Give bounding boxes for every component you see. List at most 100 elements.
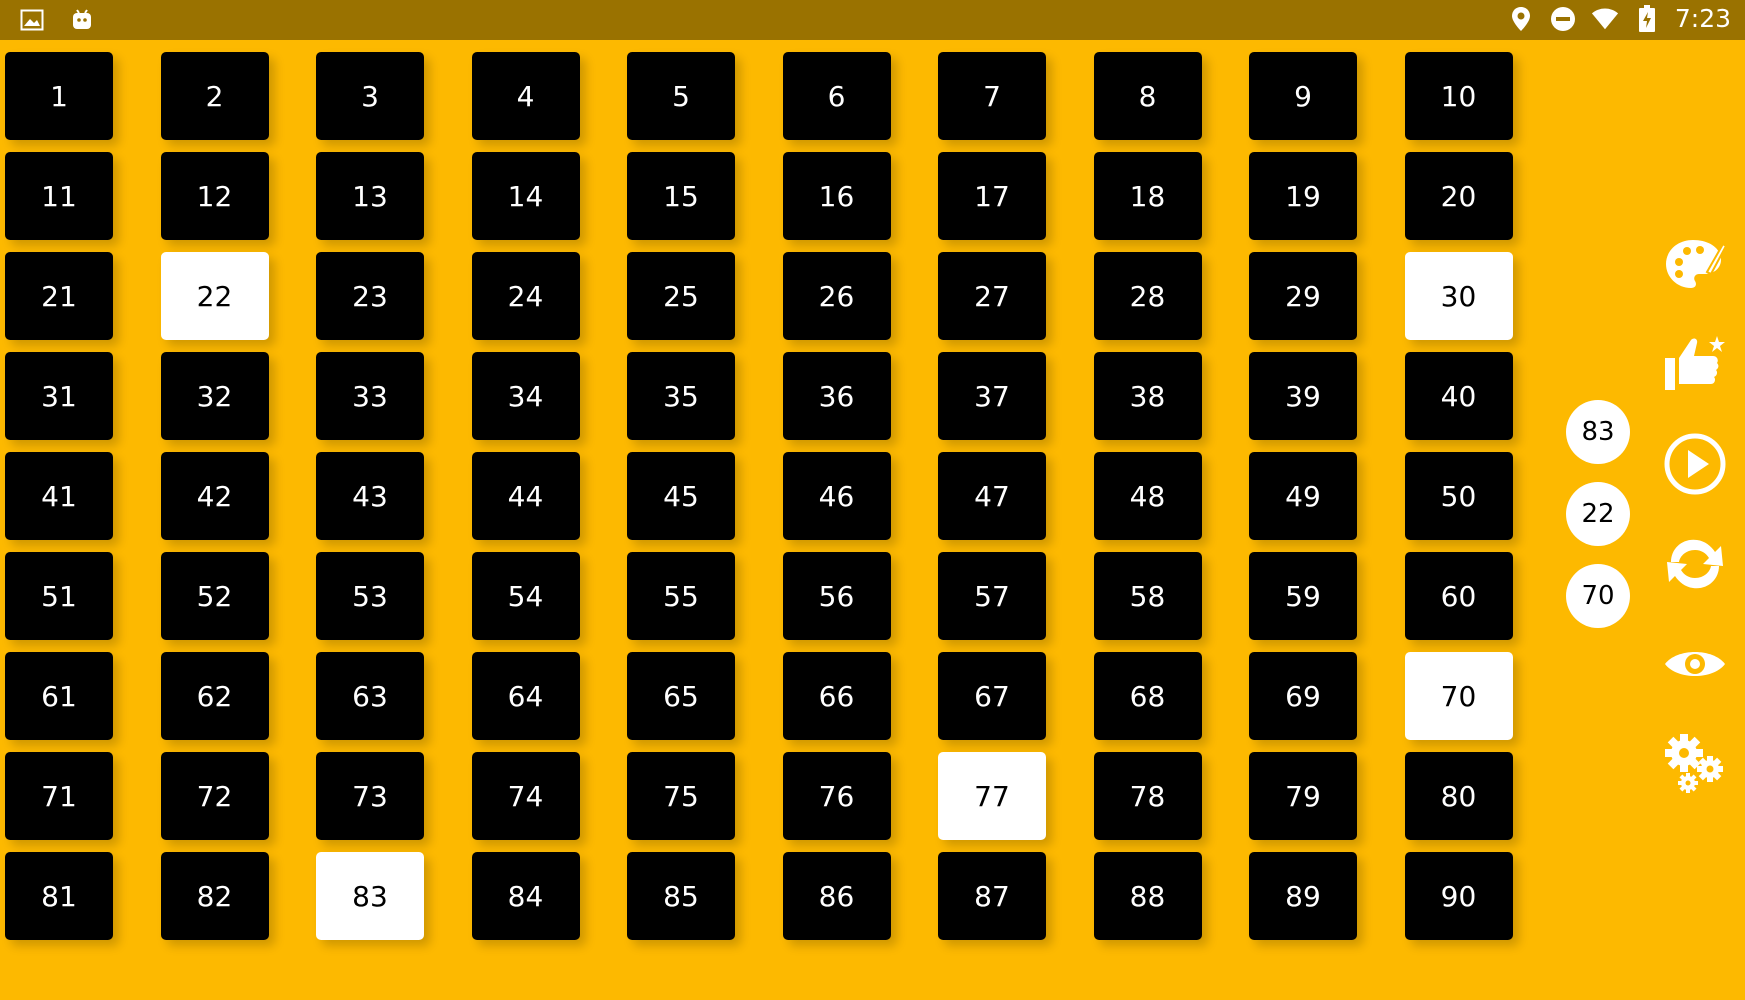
number-cell-47[interactable]: 47 <box>938 452 1046 540</box>
number-cell-74[interactable]: 74 <box>471 752 580 840</box>
number-cell-80[interactable]: 80 <box>1404 752 1513 840</box>
number-cell-88[interactable]: 88 <box>1093 852 1202 940</box>
number-cell-11[interactable]: 11 <box>5 152 113 240</box>
number-cell-57[interactable]: 57 <box>938 552 1046 640</box>
number-cell-16[interactable]: 16 <box>782 152 891 240</box>
number-cell-38[interactable]: 38 <box>1093 352 1202 440</box>
number-cell-46[interactable]: 46 <box>782 452 891 540</box>
number-cell-51[interactable]: 51 <box>5 552 113 640</box>
number-cell-75[interactable]: 75 <box>627 752 735 840</box>
number-cell-48[interactable]: 48 <box>1093 452 1202 540</box>
number-cell-12[interactable]: 12 <box>160 152 269 240</box>
number-cell-27[interactable]: 27 <box>938 252 1046 340</box>
play-button[interactable] <box>1660 432 1730 496</box>
number-cell-41[interactable]: 41 <box>5 452 113 540</box>
number-cell-85[interactable]: 85 <box>627 852 735 940</box>
number-cell-2[interactable]: 2 <box>160 52 269 140</box>
number-cell-15[interactable]: 15 <box>627 152 735 240</box>
number-cell-70[interactable]: 70 <box>1404 652 1513 740</box>
number-cell-34[interactable]: 34 <box>471 352 580 440</box>
board-cell-slot: 53 <box>311 550 467 650</box>
number-cell-17[interactable]: 17 <box>938 152 1046 240</box>
number-cell-20[interactable]: 20 <box>1404 152 1513 240</box>
number-cell-33[interactable]: 33 <box>316 352 424 440</box>
settings-button[interactable] <box>1660 732 1730 796</box>
board-cell-slot: 9 <box>1244 50 1400 150</box>
number-cell-69[interactable]: 69 <box>1249 652 1357 740</box>
number-cell-83[interactable]: 83 <box>316 852 424 940</box>
number-cell-30[interactable]: 30 <box>1404 252 1513 340</box>
number-cell-31[interactable]: 31 <box>5 352 113 440</box>
number-cell-81[interactable]: 81 <box>5 852 113 940</box>
number-cell-32[interactable]: 32 <box>160 352 269 440</box>
number-cell-82[interactable]: 82 <box>160 852 269 940</box>
number-cell-55[interactable]: 55 <box>627 552 735 640</box>
number-cell-29[interactable]: 29 <box>1249 252 1357 340</box>
number-cell-3[interactable]: 3 <box>316 52 424 140</box>
number-cell-62[interactable]: 62 <box>160 652 269 740</box>
number-cell-72[interactable]: 72 <box>160 752 269 840</box>
number-cell-37[interactable]: 37 <box>938 352 1046 440</box>
number-cell-39[interactable]: 39 <box>1249 352 1357 440</box>
number-cell-65[interactable]: 65 <box>627 652 735 740</box>
number-cell-87[interactable]: 87 <box>938 852 1046 940</box>
number-cell-9[interactable]: 9 <box>1249 52 1357 140</box>
board-cell-slot: 56 <box>778 550 934 650</box>
number-cell-59[interactable]: 59 <box>1249 552 1357 640</box>
number-cell-42[interactable]: 42 <box>160 452 269 540</box>
number-cell-67[interactable]: 67 <box>938 652 1046 740</box>
number-cell-18[interactable]: 18 <box>1093 152 1202 240</box>
number-cell-52[interactable]: 52 <box>160 552 269 640</box>
number-cell-43[interactable]: 43 <box>316 452 424 540</box>
number-cell-58[interactable]: 58 <box>1093 552 1202 640</box>
number-cell-35[interactable]: 35 <box>627 352 735 440</box>
number-cell-14[interactable]: 14 <box>471 152 580 240</box>
number-cell-10[interactable]: 10 <box>1404 52 1513 140</box>
number-cell-90[interactable]: 90 <box>1404 852 1513 940</box>
number-cell-21[interactable]: 21 <box>5 252 113 340</box>
number-cell-45[interactable]: 45 <box>627 452 735 540</box>
number-cell-76[interactable]: 76 <box>782 752 891 840</box>
number-cell-6[interactable]: 6 <box>782 52 891 140</box>
number-cell-40[interactable]: 40 <box>1404 352 1513 440</box>
number-cell-5[interactable]: 5 <box>627 52 735 140</box>
number-cell-19[interactable]: 19 <box>1249 152 1357 240</box>
number-cell-49[interactable]: 49 <box>1249 452 1357 540</box>
number-cell-53[interactable]: 53 <box>316 552 424 640</box>
number-cell-44[interactable]: 44 <box>471 452 580 540</box>
number-cell-7[interactable]: 7 <box>938 52 1046 140</box>
number-cell-24[interactable]: 24 <box>471 252 580 340</box>
number-cell-63[interactable]: 63 <box>316 652 424 740</box>
number-cell-79[interactable]: 79 <box>1249 752 1357 840</box>
number-cell-71[interactable]: 71 <box>5 752 113 840</box>
number-cell-78[interactable]: 78 <box>1093 752 1202 840</box>
number-cell-8[interactable]: 8 <box>1093 52 1202 140</box>
number-cell-1[interactable]: 1 <box>5 52 113 140</box>
number-cell-77[interactable]: 77 <box>938 752 1046 840</box>
rate-button[interactable] <box>1660 332 1730 396</box>
number-cell-36[interactable]: 36 <box>782 352 891 440</box>
refresh-button[interactable] <box>1660 532 1730 596</box>
number-cell-66[interactable]: 66 <box>782 652 891 740</box>
number-cell-28[interactable]: 28 <box>1093 252 1202 340</box>
number-cell-68[interactable]: 68 <box>1093 652 1202 740</box>
number-cell-23[interactable]: 23 <box>316 252 424 340</box>
palette-button[interactable] <box>1660 232 1730 296</box>
number-cell-86[interactable]: 86 <box>782 852 891 940</box>
number-cell-54[interactable]: 54 <box>471 552 580 640</box>
number-cell-60[interactable]: 60 <box>1404 552 1513 640</box>
number-cell-22[interactable]: 22 <box>160 252 269 340</box>
number-cell-50[interactable]: 50 <box>1404 452 1513 540</box>
number-cell-84[interactable]: 84 <box>471 852 580 940</box>
number-cell-64[interactable]: 64 <box>471 652 580 740</box>
number-cell-56[interactable]: 56 <box>782 552 891 640</box>
number-cell-25[interactable]: 25 <box>627 252 735 340</box>
number-cell-4[interactable]: 4 <box>471 52 580 140</box>
number-cell-73[interactable]: 73 <box>316 752 424 840</box>
view-button[interactable] <box>1660 632 1730 696</box>
number-cell-89[interactable]: 89 <box>1249 852 1357 940</box>
board-cell-slot: 72 <box>156 750 312 850</box>
number-cell-26[interactable]: 26 <box>782 252 891 340</box>
number-cell-13[interactable]: 13 <box>316 152 424 240</box>
number-cell-61[interactable]: 61 <box>5 652 113 740</box>
